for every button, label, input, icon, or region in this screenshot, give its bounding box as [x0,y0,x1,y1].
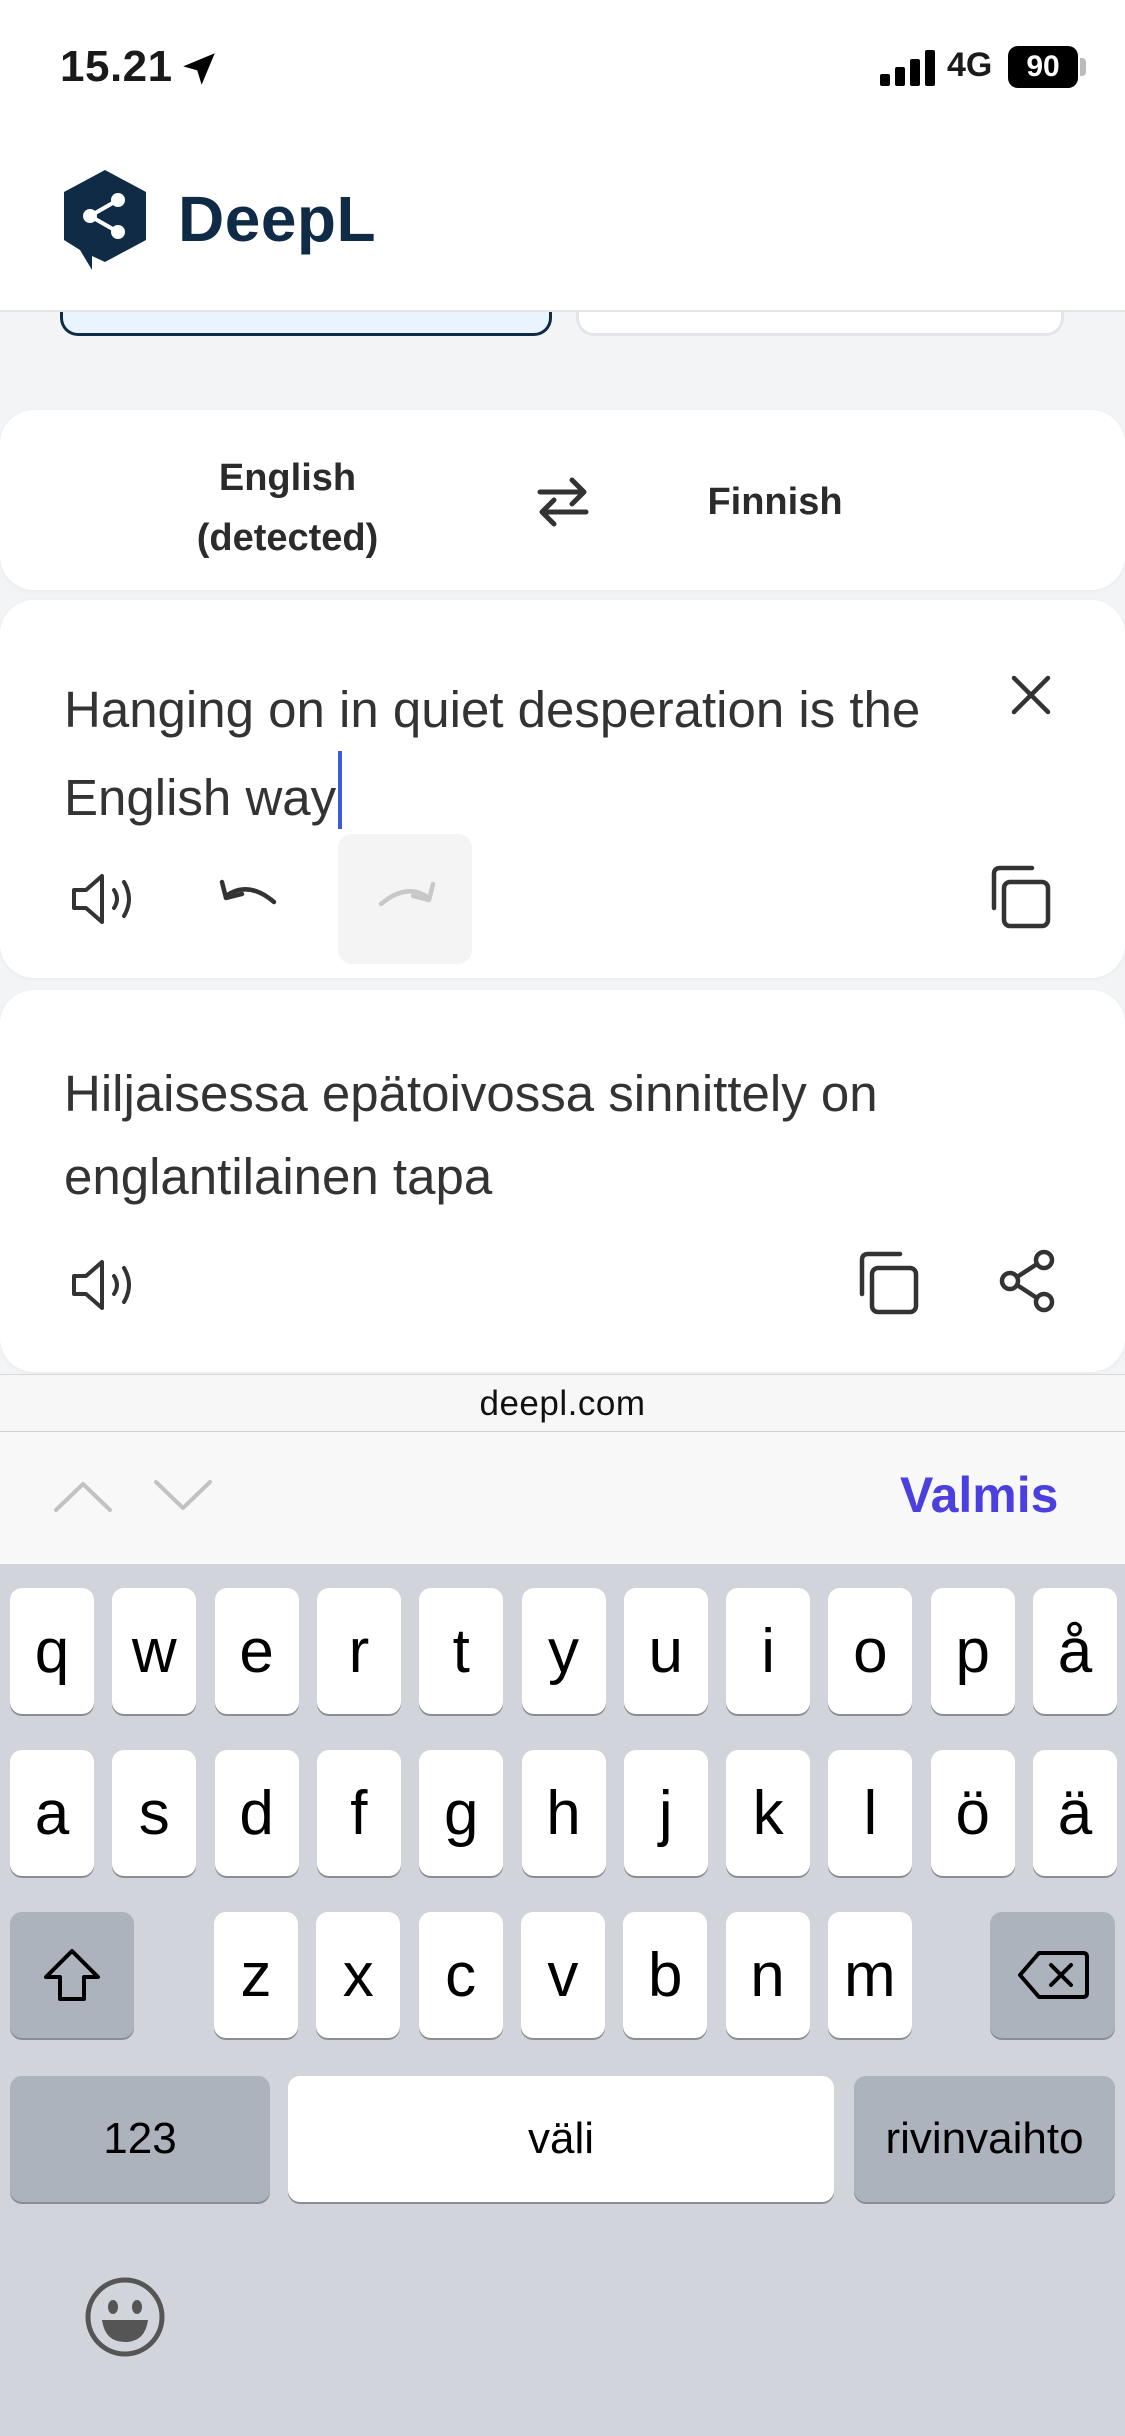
backspace-key[interactable] [990,1912,1115,2038]
key-b[interactable]: b [623,1912,708,2038]
key-e[interactable]: e [214,1588,299,1714]
key-q[interactable]: q [10,1588,94,1714]
cellular-signal-icon [880,50,935,86]
backspace-icon [1017,1951,1089,1999]
keyboard: qwertyuiopå asdfghjklöä zxcvbnm 123 väli… [0,1564,1125,2436]
shift-icon [44,1949,100,2001]
speaker-icon[interactable] [68,1254,144,1316]
source-text-panel[interactable]: Hanging on in quiet desperation is the E… [0,600,1125,978]
key-ö[interactable]: ö [930,1750,1015,1876]
key-j[interactable]: j [623,1750,708,1876]
chevron-up-icon[interactable] [52,1476,114,1516]
speaker-icon[interactable] [68,868,144,930]
key-g[interactable]: g [419,1750,504,1876]
copy-icon[interactable] [852,1246,922,1318]
key-p[interactable]: p [930,1588,1015,1714]
keyboard-accessory-bar: Valmis [0,1432,1125,1564]
redo-icon [378,881,436,907]
emoji-icon[interactable] [84,2276,166,2358]
battery-level: 90 [1026,50,1060,83]
status-time: 15.21 [60,42,173,91]
source-text-value: Hanging on in quiet desperation is the E… [64,681,921,826]
translation-panel: Hiljaisessa epätoivossa sinnittely on en… [0,990,1125,1372]
key-n[interactable]: n [725,1912,810,2038]
return-key[interactable]: rivinvaihto [854,2076,1115,2202]
brand-name: DeepL [178,183,377,255]
key-a[interactable]: a [10,1750,94,1876]
language-selector: English (detected) Finnish [0,410,1125,590]
battery-icon: 90 [1008,46,1078,88]
key-z[interactable]: z [214,1912,298,2038]
key-h[interactable]: h [521,1750,606,1876]
key-x[interactable]: x [316,1912,401,2038]
app-header: DeepL [0,140,1125,312]
key-ä[interactable]: ä [1033,1750,1117,1876]
url-domain: deepl.com [479,1384,646,1423]
key-m[interactable]: m [827,1912,912,2038]
key-u[interactable]: u [623,1588,708,1714]
key-i[interactable]: i [726,1588,811,1714]
deepl-logo-icon[interactable] [62,168,148,272]
key-s[interactable]: s [112,1750,197,1876]
shift-key[interactable] [10,1912,134,2038]
key-d[interactable]: d [214,1750,299,1876]
clear-text-icon[interactable] [1000,664,1062,726]
key-v[interactable]: v [520,1912,605,2038]
key-y[interactable]: y [521,1588,606,1714]
numbers-key[interactable]: 123 [10,2076,270,2202]
key-k[interactable]: k [726,1750,811,1876]
key-å[interactable]: å [1033,1588,1117,1714]
source-language-button[interactable]: English (detected) [150,448,425,568]
source-text-input[interactable]: Hanging on in quiet desperation is the E… [64,668,924,839]
key-f[interactable]: f [316,1750,401,1876]
key-w[interactable]: w [112,1588,197,1714]
key-r[interactable]: r [316,1588,401,1714]
chevron-down-icon[interactable] [152,1476,214,1516]
key-o[interactable]: o [828,1588,913,1714]
status-bar: 15.21 4G 90 [0,0,1125,140]
key-l[interactable]: l [828,1750,913,1876]
copy-icon[interactable] [984,860,1054,932]
battery-cap [1080,58,1086,76]
undo-icon[interactable] [212,866,288,928]
text-caret [338,751,343,829]
location-arrow-icon [183,53,215,85]
redo-button[interactable] [338,834,472,964]
translation-text: Hiljaisessa epätoivossa sinnittely on en… [64,1065,878,1205]
browser-url-bar[interactable]: deepl.com [0,1374,1125,1432]
network-type: 4G [947,46,993,84]
swap-languages-icon[interactable] [530,472,596,532]
done-button[interactable]: Valmis [900,1466,1058,1524]
space-key[interactable]: väli [288,2076,834,2202]
key-c[interactable]: c [418,1912,503,2038]
share-icon[interactable] [996,1248,1058,1314]
target-language-button[interactable]: Finnish [650,472,900,532]
key-t[interactable]: t [419,1588,504,1714]
